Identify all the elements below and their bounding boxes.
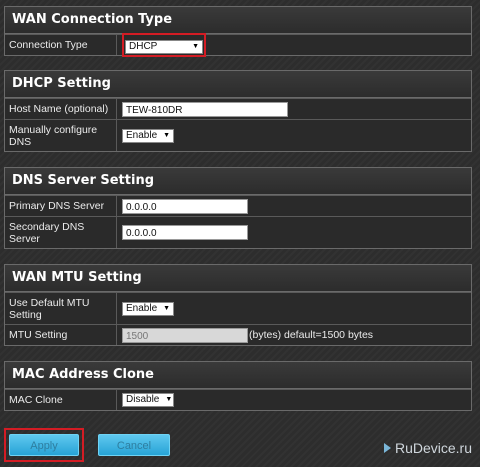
host-name-row: Host Name (optional) TEW-810DR <box>5 98 471 119</box>
mtu-setting-field: 1500 (bytes) default=1500 bytes <box>117 325 471 345</box>
manual-dns-select[interactable]: Enable ▼ <box>122 128 174 143</box>
mac-clone-row: MAC Clone Disable ▼ <box>5 389 471 410</box>
connection-type-highlight: DHCP ▼ <box>122 33 206 57</box>
chevron-down-icon: ▼ <box>192 43 199 50</box>
router-settings-page: WAN Connection Type Connection Type DHCP… <box>0 0 480 467</box>
secondary-dns-label: Secondary DNS Server <box>5 217 117 248</box>
manual-dns-label: Manually configure DNS <box>5 120 117 151</box>
wan-connection-section: WAN Connection Type Connection Type DHCP… <box>4 6 472 57</box>
connection-type-row: Connection Type DHCP ▼ <box>5 33 471 57</box>
host-name-input[interactable]: TEW-810DR <box>122 101 288 117</box>
mac-clone-label: MAC Clone <box>5 390 117 410</box>
chevron-down-icon: ▼ <box>165 396 173 403</box>
mac-clone-value: Disable <box>126 394 160 405</box>
secondary-dns-row: Secondary DNS Server 0.0.0.0 <box>5 216 471 248</box>
use-default-mtu-label: Use Default MTU Setting <box>5 293 117 324</box>
mac-clone-section: MAC Address Clone MAC Clone Disable ▼ <box>4 361 472 411</box>
use-default-mtu-field: Enable ▼ <box>117 293 471 324</box>
dhcp-section: DHCP Setting Host Name (optional) TEW-81… <box>4 70 472 152</box>
secondary-dns-field: 0.0.0.0 <box>117 217 471 248</box>
apply-button[interactable]: Apply <box>9 434 79 456</box>
mtu-hint: (bytes) default=1500 bytes <box>249 329 374 341</box>
watermark-text: RuDevice.ru <box>394 440 472 456</box>
primary-dns-field: 0.0.0.0 <box>117 196 471 216</box>
connection-type-select[interactable]: DHCP ▼ <box>125 40 203 54</box>
mtu-setting-row: MTU Setting 1500 (bytes) default=1500 by… <box>5 324 471 345</box>
mtu-section: WAN MTU Setting Use Default MTU Setting … <box>4 264 472 346</box>
use-default-mtu-select[interactable]: Enable ▼ <box>122 301 174 316</box>
cancel-button[interactable]: Cancel <box>98 434 170 456</box>
mac-clone-select[interactable]: Disable ▼ <box>122 393 174 407</box>
section-title: DHCP Setting <box>5 71 471 98</box>
mtu-input: 1500 <box>122 327 248 343</box>
primary-dns-input[interactable]: 0.0.0.0 <box>122 198 248 214</box>
chevron-down-icon: ▼ <box>163 304 171 312</box>
use-default-mtu-row: Use Default MTU Setting Enable ▼ <box>5 292 471 324</box>
connection-type-label: Connection Type <box>5 35 117 55</box>
manual-dns-row: Manually configure DNS Enable ▼ <box>5 119 471 151</box>
section-title: WAN MTU Setting <box>5 265 471 292</box>
manual-dns-field: Enable ▼ <box>117 120 471 151</box>
chevron-down-icon: ▼ <box>163 131 171 139</box>
host-name-field: TEW-810DR <box>117 99 471 119</box>
primary-dns-label: Primary DNS Server <box>5 196 117 216</box>
manual-dns-value: Enable <box>126 129 158 141</box>
mtu-setting-label: MTU Setting <box>5 325 117 345</box>
watermark: RuDevice.ru <box>383 440 472 456</box>
use-default-mtu-value: Enable <box>126 302 158 314</box>
dns-section: DNS Server Setting Primary DNS Server 0.… <box>4 167 472 249</box>
primary-dns-row: Primary DNS Server 0.0.0.0 <box>5 195 471 216</box>
section-title: DNS Server Setting <box>5 168 471 195</box>
connection-type-field: DHCP ▼ <box>117 33 471 57</box>
connection-type-value: DHCP <box>129 41 158 52</box>
mac-clone-field: Disable ▼ <box>117 390 471 410</box>
host-name-label: Host Name (optional) <box>5 99 117 119</box>
section-title: MAC Address Clone <box>5 362 471 389</box>
secondary-dns-input[interactable]: 0.0.0.0 <box>122 225 248 240</box>
section-title: WAN Connection Type <box>5 7 471 34</box>
play-icon <box>383 443 391 453</box>
